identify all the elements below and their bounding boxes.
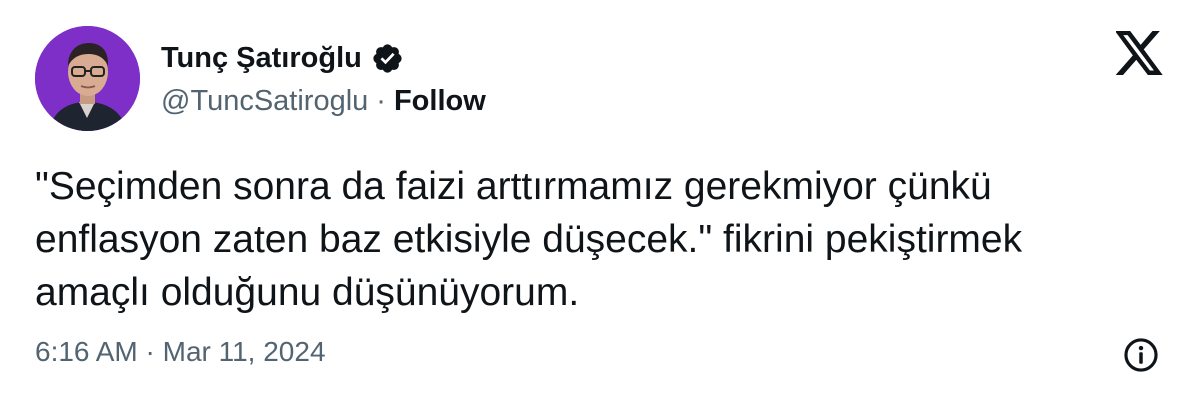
author-name-row: Tunç Şatıroğlu bbox=[161, 38, 404, 78]
tweet-timestamp[interactable]: 6:16 AM · Mar 11, 2024 bbox=[35, 336, 326, 368]
info-icon[interactable] bbox=[1122, 336, 1160, 374]
tweet-card: Tunç Şatıroğlu @TuncSatiroglu · Follow "… bbox=[0, 0, 1200, 414]
avatar[interactable] bbox=[35, 26, 140, 131]
author-handle-row: @TuncSatiroglu · Follow bbox=[161, 81, 486, 121]
separator-dot: · bbox=[376, 84, 386, 117]
tweet-text: "Seçimden sonra da faizi arttırmamız ger… bbox=[35, 165, 1023, 314]
author-display-name[interactable]: Tunç Şatıroğlu bbox=[161, 42, 362, 75]
x-logo-icon[interactable] bbox=[1115, 31, 1164, 75]
author-handle[interactable]: @TuncSatiroglu bbox=[161, 85, 368, 118]
avatar-photo-icon bbox=[35, 26, 140, 131]
follow-button[interactable]: Follow bbox=[394, 85, 486, 118]
verified-badge-icon bbox=[371, 42, 404, 75]
